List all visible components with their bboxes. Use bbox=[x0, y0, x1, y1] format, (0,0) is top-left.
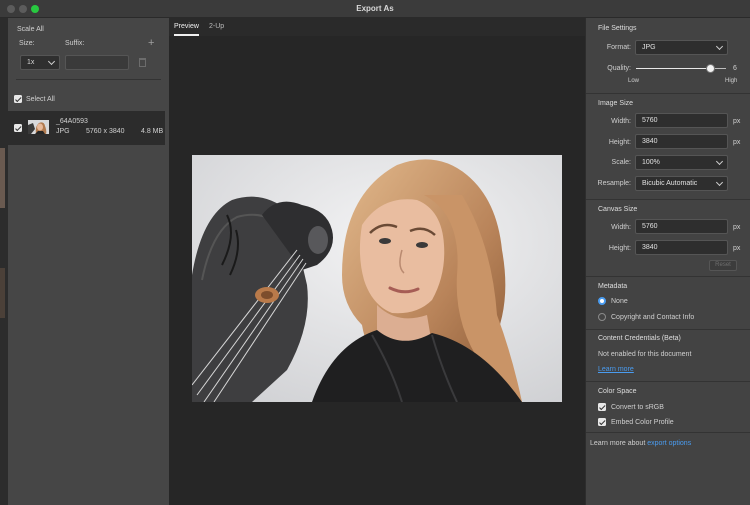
metadata-copyright-radio[interactable] bbox=[598, 313, 606, 321]
file-thumbnail bbox=[28, 120, 49, 134]
size-label: Size: bbox=[19, 40, 35, 47]
canvas-size-section bbox=[586, 199, 750, 200]
background-app-edge bbox=[0, 18, 8, 505]
footer-divider bbox=[586, 432, 750, 433]
canvas-width-input[interactable]: 5760 bbox=[635, 219, 728, 234]
scale-percent-select[interactable]: 100% bbox=[635, 155, 728, 170]
convert-srgb-label: Convert to sRGB bbox=[611, 404, 664, 411]
quality-high-label: High bbox=[725, 78, 738, 84]
canvas-height-unit: px bbox=[733, 245, 741, 252]
image-height-unit: px bbox=[733, 139, 741, 146]
canvas-width-unit: px bbox=[733, 224, 741, 231]
canvas-height-value: 3840 bbox=[642, 244, 658, 251]
scale-percent-value: 100% bbox=[642, 159, 660, 166]
scale-label: Scale: bbox=[611, 159, 631, 166]
select-all-checkbox[interactable] bbox=[14, 95, 22, 103]
color-space-section bbox=[586, 381, 750, 382]
canvas-width-value: 5760 bbox=[642, 223, 658, 230]
convert-srgb-checkbox[interactable] bbox=[598, 403, 606, 411]
metadata-section bbox=[586, 276, 750, 277]
quality-label: Quality: bbox=[607, 65, 631, 72]
file-name: _64A0593 bbox=[56, 118, 88, 125]
resample-value: Bicubic Automatic bbox=[642, 180, 698, 187]
content-credentials-section bbox=[586, 329, 750, 330]
content-credentials-status: Not enabled for this document bbox=[598, 351, 692, 358]
scale-all-heading: Scale All bbox=[17, 26, 44, 33]
quality-value: 6 bbox=[733, 65, 737, 72]
background-app-fragment bbox=[0, 148, 5, 208]
canvas-height-input[interactable]: 3840 bbox=[635, 240, 728, 255]
window-title: Export As bbox=[356, 4, 394, 13]
image-size-heading: Image Size bbox=[598, 100, 634, 107]
title-bar: Export As bbox=[0, 0, 750, 18]
chevron-down-icon bbox=[47, 57, 56, 66]
background-app-fragment bbox=[0, 268, 5, 318]
image-height-value: 3840 bbox=[642, 138, 658, 145]
metadata-copyright-label: Copyright and Contact Info bbox=[611, 314, 695, 321]
scale-select[interactable]: 1x bbox=[20, 55, 60, 70]
quality-slider-fill bbox=[636, 68, 711, 69]
format-label: Format: bbox=[606, 44, 631, 51]
image-width-value: 5760 bbox=[642, 117, 658, 124]
resample-label: Resample: bbox=[597, 180, 631, 187]
portrait-photo bbox=[192, 155, 562, 402]
embed-color-profile-checkbox[interactable] bbox=[598, 418, 606, 426]
image-width-unit: px bbox=[733, 118, 741, 125]
metadata-heading: Metadata bbox=[598, 283, 628, 290]
file-format: JPG bbox=[56, 128, 70, 135]
file-settings-heading: File Settings bbox=[598, 25, 637, 32]
file-list-item[interactable]: _64A0593 JPG 5760 x 3840 4.8 MB bbox=[8, 111, 165, 145]
canvas-width-label: Width: bbox=[611, 224, 631, 231]
canvas-height-label: Height: bbox=[608, 245, 631, 252]
settings-panel: File Settings Format: JPG Quality: 6 Low… bbox=[585, 18, 750, 505]
quality-low-label: Low bbox=[628, 78, 640, 84]
suffix-input[interactable] bbox=[65, 55, 129, 70]
quality-slider-knob[interactable] bbox=[706, 64, 716, 73]
image-width-label: Width: bbox=[611, 118, 631, 125]
file-dimensions: 5760 x 3840 bbox=[86, 128, 125, 135]
thumbnail-image bbox=[28, 120, 49, 134]
preview-tabs: Preview 2-Up bbox=[169, 18, 585, 36]
learn-more-link[interactable]: Learn more bbox=[598, 366, 634, 373]
trash-icon[interactable] bbox=[139, 58, 146, 67]
reset-button[interactable]: Reset bbox=[709, 260, 737, 271]
chevron-down-icon bbox=[715, 178, 724, 187]
footer-text: Learn more about export options bbox=[590, 440, 691, 447]
footer-label: Learn more about bbox=[590, 440, 646, 447]
quality-slider[interactable] bbox=[636, 64, 726, 73]
chevron-down-icon bbox=[715, 157, 724, 166]
divider bbox=[16, 79, 161, 80]
image-size-section bbox=[586, 93, 750, 94]
preview-area bbox=[169, 36, 585, 505]
color-space-heading: Color Space bbox=[598, 388, 637, 395]
embed-color-profile-label: Embed Color Profile bbox=[611, 419, 674, 426]
content-credentials-heading: Content Credentials (Beta) bbox=[598, 335, 681, 342]
export-options-link[interactable]: export options bbox=[647, 440, 691, 447]
chevron-down-icon bbox=[715, 42, 724, 51]
metadata-none-label: None bbox=[611, 298, 628, 305]
format-value: JPG bbox=[642, 44, 656, 51]
image-height-input[interactable]: 3840 bbox=[635, 134, 728, 149]
file-size: 4.8 MB bbox=[141, 128, 164, 135]
image-width-input[interactable]: 5760 bbox=[635, 113, 728, 128]
tab-preview[interactable]: Preview bbox=[174, 23, 199, 36]
scale-select-value: 1x bbox=[27, 59, 35, 66]
image-height-label: Height: bbox=[608, 139, 631, 146]
file-checkbox[interactable] bbox=[14, 124, 22, 132]
suffix-label: Suffix: bbox=[65, 40, 85, 47]
canvas-size-heading: Canvas Size bbox=[598, 206, 638, 213]
preview-image bbox=[192, 155, 562, 402]
left-panel: Scale All Size: Suffix: + 1x Select All … bbox=[8, 18, 169, 505]
select-all-label: Select All bbox=[26, 96, 55, 103]
tab-2-up[interactable]: 2-Up bbox=[209, 23, 224, 30]
add-scale-icon[interactable]: + bbox=[148, 37, 154, 49]
metadata-none-radio[interactable] bbox=[598, 297, 606, 305]
resample-select[interactable]: Bicubic Automatic bbox=[635, 176, 728, 191]
format-select[interactable]: JPG bbox=[635, 40, 728, 55]
